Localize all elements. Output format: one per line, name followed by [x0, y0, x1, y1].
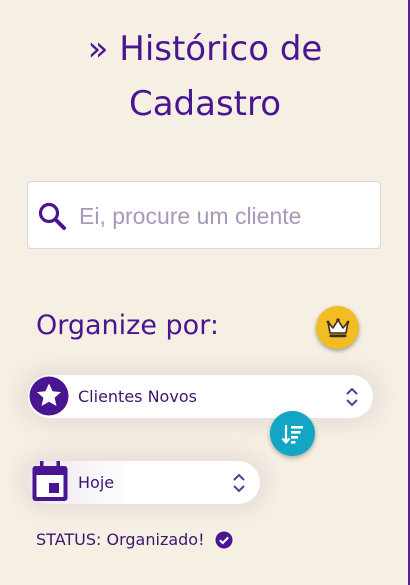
calendar-icon — [32, 461, 68, 501]
period-value: Hoje — [78, 473, 115, 492]
order-by-value: Clientes Novos — [78, 387, 197, 406]
status-message: STATUS: Organizado! — [36, 528, 233, 552]
period-select[interactable]: Hoje — [28, 461, 260, 504]
organize-label: Organize por: — [36, 310, 219, 341]
star-icon — [29, 376, 69, 416]
search-icon[interactable] — [37, 201, 67, 231]
premium-button[interactable] — [316, 306, 359, 349]
sort-button[interactable] — [270, 411, 315, 456]
check-circle-icon — [215, 531, 233, 549]
page-title-line-2: Cadastro — [128, 84, 282, 124]
crown-icon — [326, 317, 349, 337]
order-by-select[interactable]: Clientes Novos — [28, 375, 373, 418]
search-box[interactable] — [27, 181, 381, 250]
search-input[interactable] — [77, 182, 376, 250]
page-title: » Histórico de Cadastro — [0, 22, 410, 132]
page-title-line-1: » Histórico de — [87, 29, 323, 69]
chevron-up-down-icon — [346, 387, 358, 407]
sort-descending-icon — [281, 424, 303, 444]
chevron-up-down-icon — [233, 473, 245, 493]
status-text: STATUS: Organizado! — [36, 530, 205, 549]
